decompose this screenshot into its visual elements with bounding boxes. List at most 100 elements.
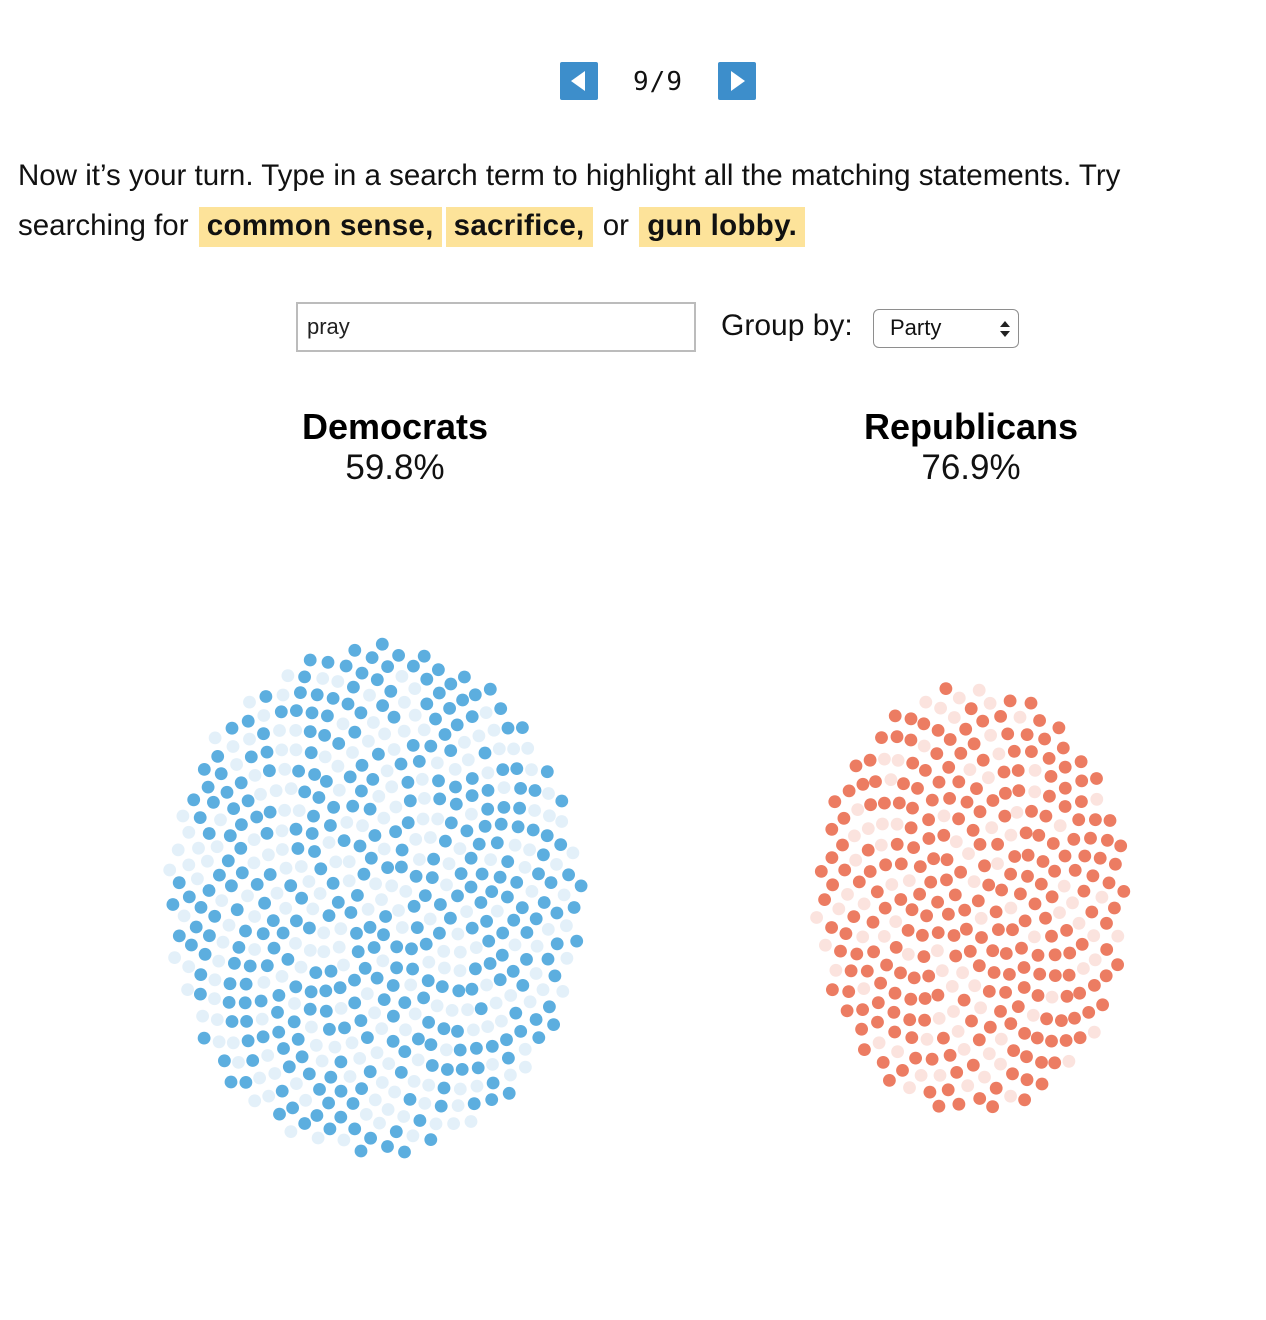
matching-statement-dot xyxy=(1045,890,1059,904)
matching-statement-dot xyxy=(1008,850,1022,863)
matching-statement-dot xyxy=(906,801,919,815)
statement-dot xyxy=(247,856,261,870)
statement-dot xyxy=(360,987,374,1001)
matching-statement-dot xyxy=(220,785,234,799)
statement-dot xyxy=(832,902,846,916)
statement-dot xyxy=(368,1093,382,1107)
matching-statement-dot xyxy=(931,895,944,909)
matching-statement-dot xyxy=(366,773,380,786)
statement-dot xyxy=(1077,962,1090,975)
statement-dot xyxy=(385,879,399,893)
matching-statement-dot xyxy=(292,764,305,778)
statement-dot xyxy=(968,979,982,993)
matching-statement-dot xyxy=(456,693,469,707)
matching-statement-dot xyxy=(305,706,319,720)
matching-statement-dot xyxy=(274,705,288,719)
matching-statement-dot xyxy=(960,922,973,936)
statement-dot xyxy=(829,963,843,977)
matching-statement-dot xyxy=(510,762,524,775)
statement-dot xyxy=(504,989,518,1002)
matching-statement-dot xyxy=(298,1117,312,1130)
matching-statement-dot xyxy=(348,996,362,1010)
matching-statement-dot xyxy=(309,966,323,979)
statement-dot xyxy=(982,771,995,785)
statement-dot xyxy=(978,1070,991,1084)
statement-dot xyxy=(387,743,401,756)
matching-statement-dot xyxy=(286,1101,299,1115)
matching-statement-dot xyxy=(194,987,207,1001)
matching-statement-dot xyxy=(973,1092,987,1105)
statement-dot xyxy=(982,1047,996,1061)
statement-dot xyxy=(518,861,532,874)
statement-dot xyxy=(872,1036,886,1050)
matching-statement-dot xyxy=(941,1083,955,1097)
statement-dot xyxy=(518,1042,532,1056)
matching-statement-dot xyxy=(1015,941,1028,955)
matching-statement-dot xyxy=(514,782,527,795)
matching-statement-dot xyxy=(1020,728,1034,741)
matching-statement-dot xyxy=(1078,849,1092,863)
matching-statement-dot xyxy=(202,884,216,897)
statement-dot xyxy=(182,825,196,839)
statement-dot xyxy=(332,783,346,797)
matching-statement-dot xyxy=(332,737,346,750)
matching-statement-dot xyxy=(858,1043,871,1056)
statement-dot xyxy=(957,1043,971,1056)
matching-statement-dot xyxy=(355,1082,368,1095)
matching-statement-dot xyxy=(370,673,384,687)
statement-dot xyxy=(889,915,903,928)
matching-statement-dot xyxy=(370,971,384,985)
statement-dot xyxy=(241,889,254,903)
matching-statement-dot xyxy=(295,1050,309,1064)
statement-dot xyxy=(448,763,462,776)
matching-statement-dot xyxy=(943,1048,957,1062)
matching-statement-dot xyxy=(894,966,907,980)
matching-statement-dot xyxy=(520,953,533,966)
statement-dot xyxy=(461,753,475,767)
matching-statement-dot xyxy=(424,739,438,753)
statement-dot xyxy=(451,1099,465,1112)
matching-statement-dot xyxy=(1035,1077,1049,1091)
matching-statement-dot xyxy=(544,876,558,889)
statement-dot xyxy=(273,724,286,737)
matching-statement-dot xyxy=(324,819,337,832)
statement-dot xyxy=(372,789,386,803)
matching-statement-dot xyxy=(909,1051,922,1065)
matching-statement-dot xyxy=(444,744,458,757)
statement-dot xyxy=(208,973,222,987)
matching-statement-dot xyxy=(1075,774,1089,788)
matching-statement-dot xyxy=(1003,968,1016,981)
statement-dot xyxy=(453,1082,467,1096)
matching-statement-dot xyxy=(266,914,280,927)
matching-statement-dot xyxy=(275,1084,289,1098)
matching-statement-dot xyxy=(475,867,489,881)
matching-statement-dot xyxy=(187,793,201,807)
matching-statement-dot xyxy=(931,988,945,1002)
matching-statement-dot xyxy=(987,966,1001,979)
matching-statement-dot xyxy=(197,763,211,776)
statement-dot xyxy=(422,955,436,969)
statement-dot xyxy=(949,835,963,849)
matching-statement-dot xyxy=(449,797,463,811)
matching-statement-dot xyxy=(999,947,1013,960)
statement-dot xyxy=(329,855,343,869)
matching-statement-dot xyxy=(363,1065,377,1079)
matching-statement-dot xyxy=(904,712,918,726)
matching-statement-dot xyxy=(289,822,303,836)
matching-statement-dot xyxy=(435,980,449,993)
statement-dot xyxy=(486,1058,499,1071)
matching-statement-dot xyxy=(223,977,237,991)
matching-statement-dot xyxy=(506,964,520,978)
statement-dot xyxy=(508,938,522,952)
statement-dot xyxy=(278,762,292,776)
matching-statement-dot xyxy=(497,801,511,814)
statement-dot xyxy=(885,878,899,891)
matching-statement-dot xyxy=(189,920,203,934)
statement-dot xyxy=(479,706,493,719)
statement-dot xyxy=(901,947,915,961)
statement-dot xyxy=(972,683,986,697)
matching-statement-dot xyxy=(1108,901,1121,915)
statement-dot xyxy=(984,728,997,742)
statement-dot xyxy=(363,688,376,702)
statement-dot xyxy=(555,815,569,828)
